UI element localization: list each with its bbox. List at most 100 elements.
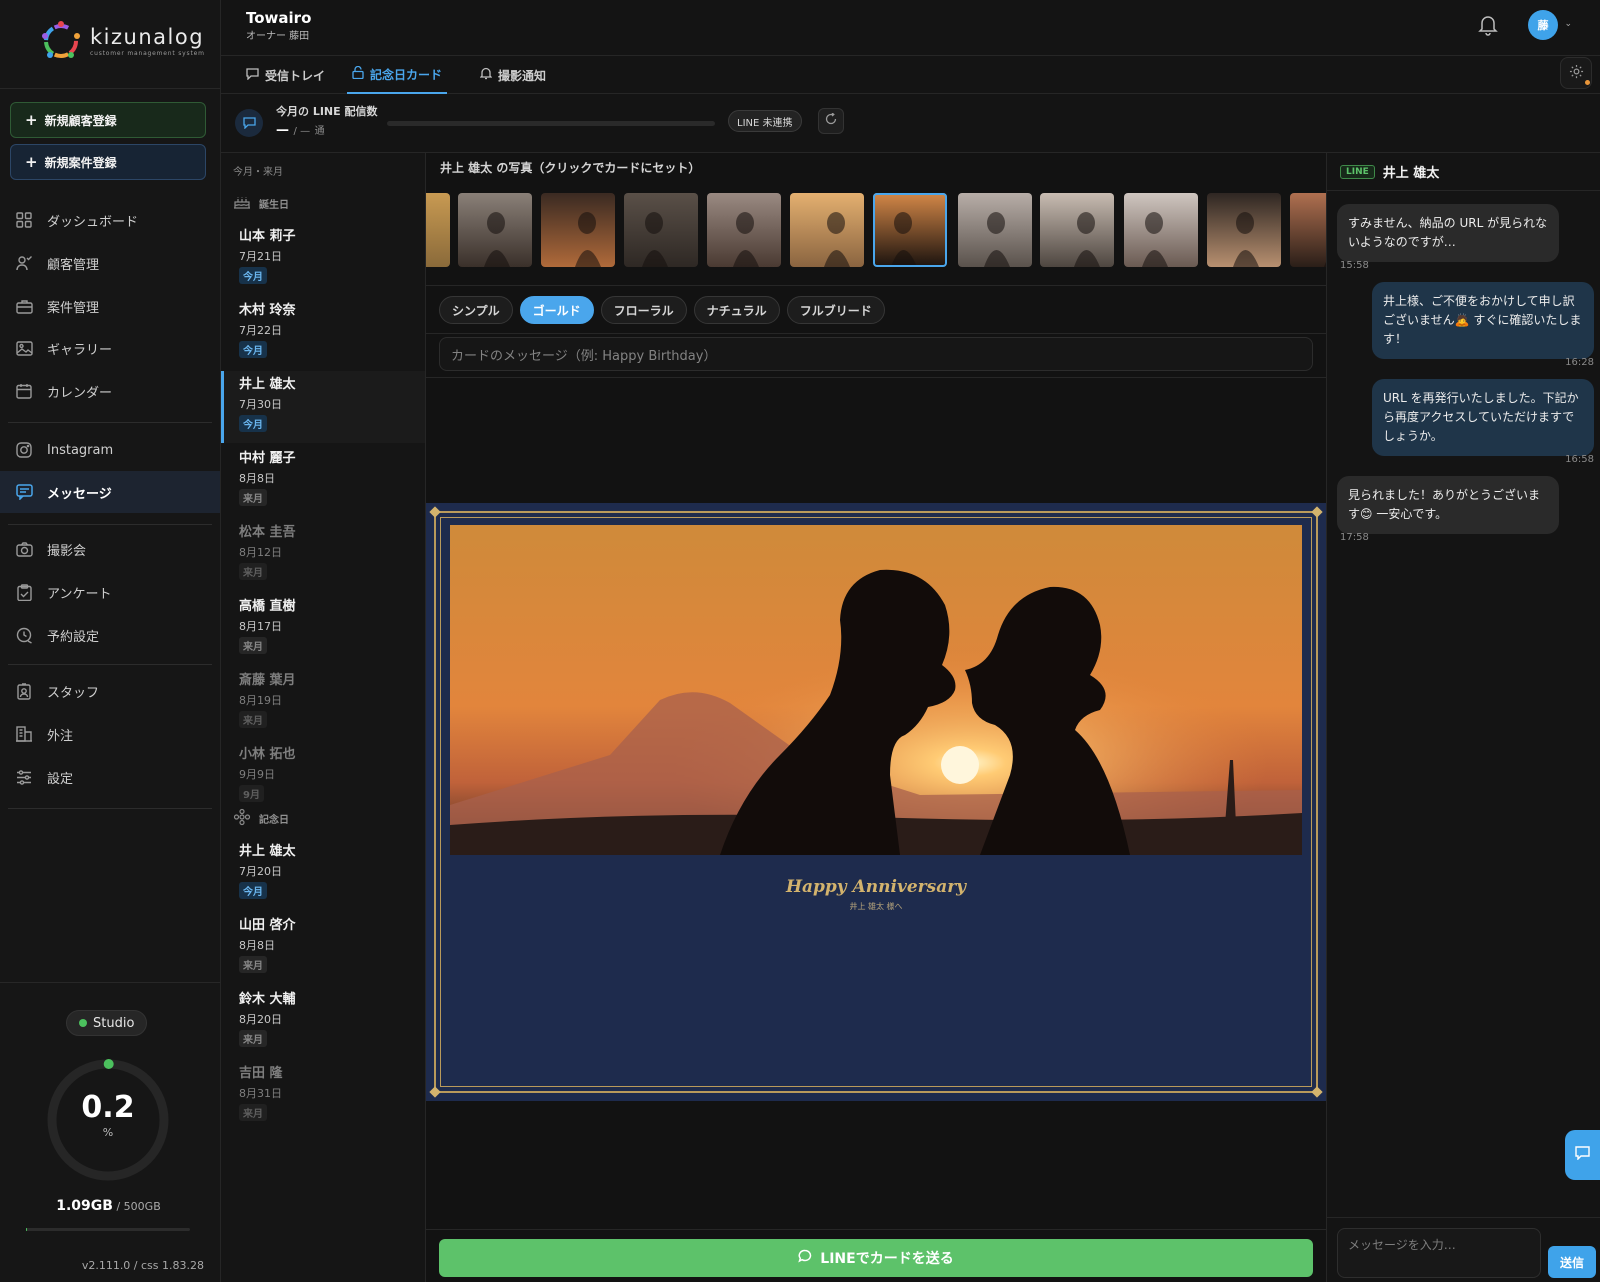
nav-calendar[interactable]: カレンダー [0, 370, 220, 412]
usage-label: 今月の LINE 配信数 [276, 105, 378, 118]
photo-thumbnail[interactable] [707, 193, 781, 267]
event-date: 8月12日 [239, 546, 282, 559]
list-item[interactable]: 松本 圭吾 8月12日 来月 [221, 519, 425, 591]
photos-title: 井上 雄太 の写真（クリックでカードにセット） [440, 161, 701, 175]
chat-message-input[interactable]: メッセージを入力… [1337, 1228, 1541, 1278]
list-item[interactable]: 鈴木 大輔 8月20日来月 [221, 986, 425, 1058]
person-name: 鈴木 大輔 [239, 992, 296, 1007]
section-birthday: 誕生日 [233, 193, 289, 213]
divider [426, 285, 1326, 286]
photo-thumbnail[interactable] [1040, 193, 1114, 267]
nav-instagram[interactable]: Instagram [0, 429, 220, 471]
chevron-down-icon[interactable]: ⌄ [1564, 19, 1572, 29]
list-item[interactable]: 井上 雄太 7月20日 今月 [221, 838, 425, 910]
nav-outsourcing[interactable]: 外注 [0, 713, 220, 755]
brand-logo[interactable]: kizunalog customer management system [38, 18, 205, 64]
list-item[interactable]: 斎藤 葉月 8月19日 来月 [221, 667, 425, 739]
nav-settings[interactable]: 設定 [0, 756, 220, 798]
month-badge: 来月 [239, 1030, 267, 1047]
bell-icon [479, 67, 493, 83]
nav-label: 設定 [47, 771, 74, 787]
notification-dot [1585, 80, 1590, 85]
send-line-card-button[interactable]: LINEでカードを送る [439, 1239, 1313, 1277]
list-item[interactable]: 中村 麗子 8月8日 来月 [221, 445, 425, 517]
person-name: 吉田 隆 [239, 1066, 283, 1081]
style-option-button[interactable]: シンプル [439, 296, 513, 324]
nav-survey[interactable]: アンケート [0, 571, 220, 613]
clipboard-icon [15, 583, 33, 601]
nav-dashboard[interactable]: ダッシュボード [0, 199, 220, 241]
photo-thumbnail[interactable] [1207, 193, 1281, 267]
nav-label: 顧客管理 [47, 257, 100, 273]
settings-gear-button[interactable] [1560, 57, 1592, 89]
divider [8, 422, 212, 423]
notifications-bell-icon[interactable] [1478, 14, 1500, 36]
new-case-button[interactable]: + 新規案件登録 [10, 144, 206, 180]
floating-chat-button[interactable] [1565, 1130, 1600, 1180]
photo-thumbnail[interactable] [958, 193, 1032, 267]
plus-icon: + [25, 153, 38, 171]
nav-messages[interactable]: メッセージ [0, 471, 220, 513]
style-option-button[interactable]: フルブリード [786, 296, 885, 324]
style-option-button[interactable]: ナチュラル [693, 296, 780, 324]
event-date: 8月20日 [239, 1013, 282, 1026]
nav-booking-settings[interactable]: 予約設定 [0, 614, 220, 656]
person-name: 斎藤 葉月 [239, 673, 296, 688]
nav-customers[interactable]: 顧客管理 [0, 242, 220, 284]
list-item[interactable]: 小林 拓也 9月9日 9月 [221, 741, 425, 813]
plan-name: Studio [93, 1015, 135, 1031]
nav-photo-sessions[interactable]: 撮影会 [0, 528, 220, 570]
chat-input-bar: メッセージを入力… 送信 [1327, 1217, 1600, 1282]
list-item[interactable]: 高橋 直樹 8月17日 来月 [221, 593, 425, 665]
chat-contact-name: 井上 雄太 [1382, 166, 1440, 181]
photo-thumbnail[interactable] [790, 193, 864, 267]
message-time: 16:58 [1565, 454, 1594, 465]
tab-anniversary-card[interactable]: 記念日カード [347, 56, 448, 94]
photo-thumbnail[interactable] [426, 193, 450, 267]
divider [0, 88, 221, 89]
card-message-input[interactable]: カードのメッセージ（例: Happy Birthday） [439, 337, 1313, 371]
storage-readout: 1.09GB / 500GB [0, 1198, 217, 1214]
new-customer-button[interactable]: + 新規顧客登録 [10, 102, 206, 138]
nav-label: カレンダー [47, 385, 113, 401]
sidebar: kizunalog customer management system + 新… [0, 0, 221, 1282]
person-name: 山本 莉子 [239, 229, 296, 244]
photo-thumbnail[interactable] [458, 193, 532, 267]
list-item[interactable]: 木村 玲奈 7月22日 今月 [221, 297, 425, 369]
users-icon [15, 254, 33, 272]
send-label: LINEでカードを送る [820, 1251, 954, 1267]
month-badge: 来月 [239, 563, 267, 580]
avatar[interactable]: 藤 [1528, 10, 1558, 40]
badge-icon [15, 682, 33, 700]
list-item[interactable]: 山本 莉子 7月21日 今月 [221, 223, 425, 295]
message-bubble-outgoing: 井上様、ご不便をおかけして申し訳ございません🙇 すぐに確認いたします！ [1372, 282, 1594, 359]
photo-thumbnail[interactable] [624, 193, 698, 267]
event-date: 8月8日 [239, 939, 275, 952]
brand-tagline: customer management system [90, 50, 205, 57]
photo-strip[interactable] [426, 193, 1326, 269]
month-badge: 来月 [239, 956, 267, 973]
nav-gallery[interactable]: ギャラリー [0, 327, 220, 369]
photo-thumbnail[interactable] [541, 193, 615, 267]
list-item[interactable]: 吉田 隆 8月31日 来月 [221, 1060, 425, 1132]
tab-label: 受信トレイ [265, 68, 326, 83]
photo-thumbnail[interactable] [873, 193, 947, 267]
refresh-button[interactable] [818, 108, 844, 134]
person-name: 中村 麗子 [239, 451, 296, 466]
tab-label: 記念日カード [370, 67, 443, 82]
storage-bar [26, 1228, 190, 1231]
list-item[interactable]: 井上 雄太 7月30日 今月 [221, 371, 425, 443]
chat-send-button[interactable]: 送信 [1548, 1246, 1596, 1278]
nav-staff[interactable]: スタッフ [0, 670, 220, 712]
tab-shoot-notification[interactable]: 撮影通知 [475, 56, 551, 94]
photo-thumbnail[interactable] [1124, 193, 1198, 267]
logo-icon [38, 18, 84, 64]
event-date: 8月17日 [239, 620, 282, 633]
tab-inbox[interactable]: 受信トレイ [241, 56, 330, 94]
photo-thumbnail[interactable] [1290, 193, 1326, 267]
style-option-button[interactable]: ゴールド [519, 296, 594, 324]
list-item[interactable]: 山田 啓介 8月8日 来月 [221, 912, 425, 984]
style-option-button[interactable]: フローラル [600, 296, 687, 324]
nav-label: 予約設定 [47, 629, 100, 645]
nav-cases[interactable]: 案件管理 [0, 285, 220, 327]
